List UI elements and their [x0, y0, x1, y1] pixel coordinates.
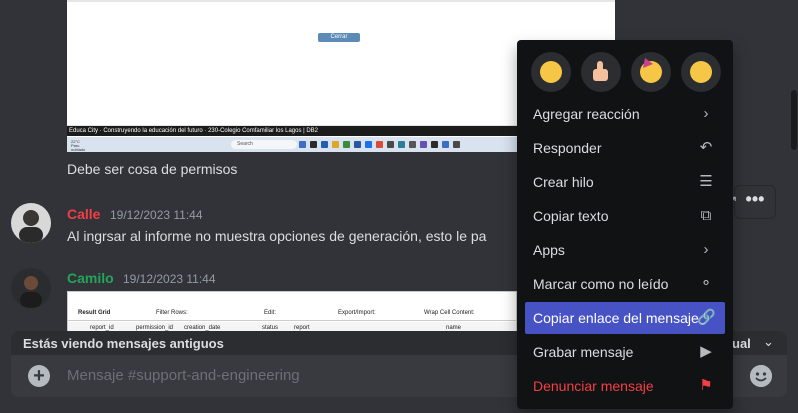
add-attachment-icon[interactable]: + — [28, 365, 50, 387]
taskbar-app-icon — [376, 141, 383, 148]
flag-icon: ⚑ — [699, 377, 713, 394]
taskbar-app-icon — [409, 141, 416, 148]
message-author[interactable]: Camilo — [67, 270, 114, 286]
message-text: Debe ser cosa de permisos — [67, 161, 238, 177]
wrap-cell-label: Wrap Cell Content: — [424, 310, 475, 316]
reply-icon: ↶ — [699, 139, 713, 156]
party-hat-svg — [643, 58, 653, 68]
taskbar-app-icon — [332, 141, 339, 148]
result-grid-label: Result Grid — [78, 310, 111, 316]
taskbar-app-icon — [343, 141, 350, 148]
taskbar-app-icon — [431, 141, 438, 148]
menu-reply[interactable]: Responder ↶ — [525, 132, 725, 164]
avatar-camilo-image — [11, 268, 51, 308]
jump-to-present-label[interactable]: ual — [732, 336, 751, 351]
message-hover-toolbar: ↗ ••• — [726, 185, 776, 219]
export-import-label: Export/Import: — [338, 310, 376, 316]
chevron-right-icon: › — [703, 241, 709, 258]
taskbar-app-icon — [398, 141, 405, 148]
chevron-right-icon: › — [703, 105, 709, 122]
emoji-picker-icon[interactable] — [750, 365, 772, 387]
message-author[interactable]: Calle — [67, 206, 100, 222]
thread-icon: ☰ — [699, 173, 713, 190]
message-text: Al ingrsar al informe no muestra opcione… — [67, 228, 487, 244]
attachment-taskbar-search: Search — [231, 140, 297, 149]
speaker-icon: ▶ — [700, 343, 712, 360]
old-messages-label: Estás viendo mensajes antiguos — [23, 336, 224, 351]
message-input[interactable]: Mensaje #support-and-engineering — [67, 367, 300, 384]
menu-item-label: Crear hilo — [533, 174, 594, 190]
shushing-face-emoji-button[interactable] — [681, 52, 721, 92]
menu-mark-unread[interactable]: Marcar como no leído ⚬ — [525, 268, 725, 300]
mark-unread-icon: ⚬ — [699, 275, 713, 292]
menu-item-label: Responder — [533, 140, 602, 156]
taskbar-app-icon — [387, 141, 394, 148]
menu-item-label: Grabar mensaje — [533, 344, 634, 360]
taskbar-app-icon — [365, 141, 372, 148]
edit-label: Edit: — [264, 310, 277, 316]
taskbar-app-icon — [442, 141, 449, 148]
chevron-down-icon[interactable]: ⌄ — [763, 334, 774, 350]
taskbar-app-icon — [354, 141, 361, 148]
message-context-menu: Agregar reacción › Responder ↶ Crear hil… — [517, 40, 733, 409]
avatar[interactable] — [11, 203, 51, 243]
menu-item-label: Copiar texto — [533, 208, 609, 224]
menu-item-label: Copiar enlace del mensaje — [533, 310, 699, 326]
menu-item-label: Apps — [533, 242, 565, 258]
taskbar-app-icon — [453, 141, 460, 148]
message-timestamp[interactable]: 19/12/2023 11:44 — [110, 208, 203, 222]
rofl-emoji-button[interactable] — [531, 52, 571, 92]
menu-copy-message-link[interactable]: Copiar enlace del mensaje 🔗 — [525, 302, 725, 334]
menu-copy-text[interactable]: Copiar texto ⧉ — [525, 200, 725, 232]
smile-face-svg — [750, 365, 772, 387]
avatar-calle-image — [11, 203, 51, 243]
menu-item-label: Denunciar mensaje — [533, 378, 654, 394]
menu-speak-message[interactable]: Grabar mensaje ▶ — [525, 336, 725, 368]
taskbar-app-icon — [321, 141, 328, 148]
rofl-emoji-icon — [540, 61, 562, 83]
party-face-emoji-button[interactable] — [631, 52, 671, 92]
thumbs-up-emoji-button[interactable] — [581, 52, 621, 92]
result-grid-toolbar: Result Grid Filter Rows: Edit: Export/Im… — [68, 306, 516, 321]
copy-icon: ⧉ — [700, 207, 712, 224]
thumbs-up-emoji-icon — [593, 61, 608, 81]
message-timestamp[interactable]: 19/12/2023 11:44 — [123, 272, 216, 286]
scrollbar[interactable] — [791, 90, 797, 150]
menu-create-thread[interactable]: Crear hilo ☰ — [525, 166, 725, 198]
taskbar-app-icon — [310, 141, 317, 148]
menu-add-reaction[interactable]: Agregar reacción › — [525, 98, 725, 130]
taskbar-app-icon — [299, 141, 306, 148]
link-icon: 🔗 — [697, 309, 716, 326]
quick-reactions — [517, 52, 733, 92]
taskbar-app-icon — [420, 141, 427, 148]
menu-item-label: Marcar como no leído — [533, 276, 669, 292]
attachment-close-button: Cerrar — [318, 33, 360, 42]
menu-item-label: Agregar reacción — [533, 106, 640, 122]
shushing-face-emoji-icon — [690, 61, 712, 83]
attachment-weather: 22°C Parc. nublado — [71, 139, 86, 152]
attachment-top-line — [67, 0, 615, 2]
menu-apps[interactable]: Apps › — [525, 234, 725, 266]
avatar[interactable] — [11, 268, 51, 308]
filter-rows-label: Filter Rows: — [156, 310, 188, 316]
more-options-icon[interactable]: ••• — [735, 186, 775, 218]
menu-report-message[interactable]: Denunciar mensaje ⚑ — [525, 370, 725, 402]
